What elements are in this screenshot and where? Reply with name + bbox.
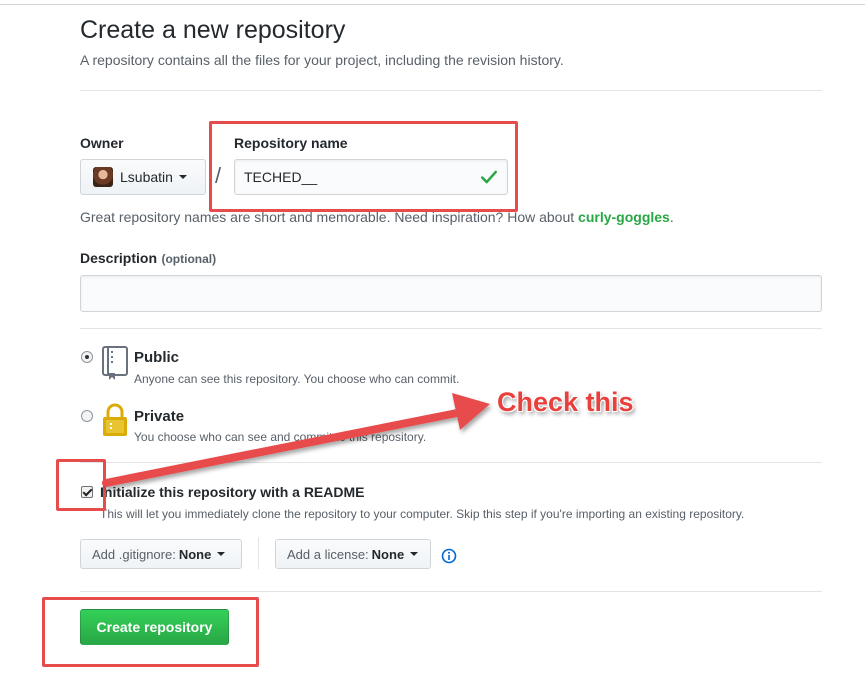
callout-check-this: Check this: [497, 387, 634, 417]
annotation-arrow: [102, 393, 490, 487]
